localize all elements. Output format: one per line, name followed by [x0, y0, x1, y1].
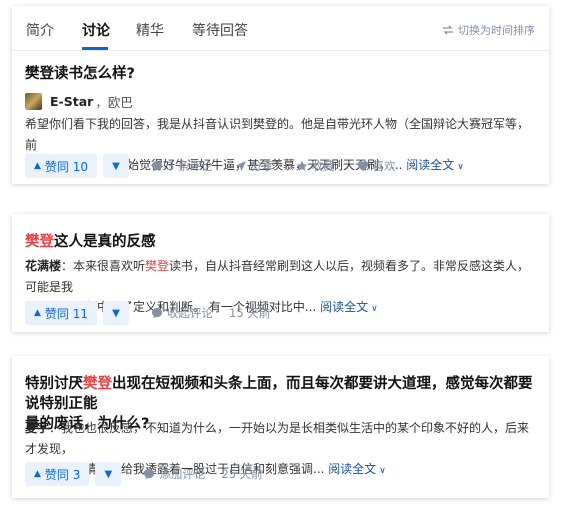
author-bio: ，欧巴 [95, 95, 133, 110]
triangle-down-icon: ▼ [104, 468, 113, 480]
comments-label: 3 条评论 [167, 159, 213, 173]
read-more-link[interactable]: 阅读全文 ∨ [406, 158, 464, 172]
author-name[interactable]: E-Star [50, 94, 93, 109]
comment-bubble-icon [152, 161, 163, 172]
upvote-label: 赞同 10 [44, 159, 89, 174]
upvote-label: 赞同 3 [44, 467, 81, 482]
upvote-button[interactable]: ▲ 赞同 3 [25, 462, 90, 486]
answer-actions: ▲ 赞同 3 ▼ 添加评论 25 天前 [25, 462, 263, 486]
sort-label: 切换为时间排序 [458, 24, 535, 37]
star-icon [296, 160, 307, 171]
triangle-down-icon: ▼ [112, 160, 120, 172]
downvote-button[interactable]: ▼ [103, 154, 130, 178]
like-button[interactable]: 喜欢 [357, 158, 396, 174]
title-text: 这人是真的反感 [54, 234, 156, 250]
avatar[interactable] [25, 93, 42, 110]
paper-plane-icon [235, 161, 246, 171]
upvote-button[interactable]: ▲ 赞同 11 [25, 301, 98, 325]
tab-discussion[interactable]: 讨论 [82, 20, 110, 40]
share-button[interactable]: 分享 [235, 158, 274, 174]
downvote-button[interactable]: ▼ [95, 462, 122, 486]
triangle-up-icon: ▲ [34, 308, 41, 318]
excerpt-highlight: 樊登 [145, 259, 170, 273]
tab-intro[interactable]: 简介 [26, 20, 54, 40]
answer-actions: ▲ 赞同 10 ▼ 3 条评论 分享 收藏 喜欢 [25, 154, 396, 178]
excerpt-line: 希望你们看下我的回答，我是从抖音认识到樊登的。他是自带光环人物（全国辩论大赛冠军… [25, 117, 530, 152]
timestamp: 15 天前 [229, 306, 271, 320]
collect-button[interactable]: 收藏 [296, 158, 335, 174]
comment-bubble-icon [144, 469, 155, 480]
comment-bubble-icon [152, 308, 163, 319]
question-title[interactable]: 樊登这人是真的反感 [25, 232, 156, 252]
chevron-down-icon: ∨ [371, 304, 378, 314]
tab-waiting-answer[interactable]: 等待回答 [192, 20, 248, 40]
read-more-link[interactable]: 阅读全文 ∨ [328, 462, 386, 476]
sort-toggle[interactable]: 切换为时间排序 [442, 22, 535, 38]
title-highlight: 樊登 [25, 234, 54, 250]
read-more-label: 阅读全文 [328, 462, 377, 476]
like-label: 喜欢 [372, 159, 396, 173]
active-tab-indicator [82, 47, 108, 50]
comments-button[interactable]: 收起评论 [151, 305, 213, 321]
excerpt-text: ：本来很喜欢听 [61, 259, 146, 273]
author-name[interactable]: 花满楼 [25, 259, 61, 273]
answer-card: 樊登这人是真的反感 花满楼：本来很喜欢听樊登读书，自从抖音经常刷到这人以后，视频… [12, 214, 549, 332]
chevron-down-icon: ∨ [457, 162, 464, 172]
comments-label: 收起评论 [167, 306, 214, 320]
share-label: 分享 [250, 159, 274, 173]
chevron-down-icon: ∨ [379, 466, 386, 476]
answer-card: 特别讨厌樊登出现在短视频和头条上面，而且每次都要讲大道理，感觉每次都要说特别正能… [12, 356, 549, 498]
timestamp: 25 天前 [221, 467, 263, 481]
swap-icon [443, 25, 453, 35]
triangle-up-icon: ▲ [34, 161, 41, 171]
answers-card: 简介 讨论 精华 等待回答 切换为时间排序 樊登读书怎么样? E-Star ，欧… [12, 6, 549, 184]
title-text: 特别讨厌 [25, 376, 83, 392]
excerpt-text: ：我也也很反感，不知道为什么，一开始以为是长相类似生活中的某个印象不好的人，后来… [25, 421, 530, 456]
question-title[interactable]: 樊登读书怎么样? [25, 64, 135, 84]
read-more-label: 阅读全文 [406, 158, 455, 172]
title-highlight: 樊登 [83, 376, 112, 392]
upvote-label: 赞同 11 [44, 306, 89, 321]
read-more-link[interactable]: 阅读全文 ∨ [320, 300, 378, 314]
tab-featured[interactable]: 精华 [136, 20, 164, 40]
author-name[interactable]: 夏宇 [25, 421, 49, 435]
answer-actions: ▲ 赞同 11 ▼ 收起评论 15 天前 [25, 301, 270, 325]
author-info: E-Star ，欧巴 [25, 92, 133, 111]
heart-icon [357, 161, 368, 171]
comments-button[interactable]: 3 条评论 [151, 158, 213, 174]
collect-label: 收藏 [311, 159, 335, 173]
comments-label: 添加评论 [159, 467, 206, 481]
comments-button[interactable]: 添加评论 [143, 466, 205, 482]
triangle-up-icon: ▲ [34, 469, 41, 479]
triangle-down-icon: ▼ [112, 307, 120, 319]
upvote-button[interactable]: ▲ 赞同 10 [25, 154, 98, 178]
downvote-button[interactable]: ▼ [103, 301, 130, 325]
read-more-label: 阅读全文 [320, 300, 369, 314]
tab-bar: 简介 讨论 精华 等待回答 切换为时间排序 [12, 6, 549, 51]
